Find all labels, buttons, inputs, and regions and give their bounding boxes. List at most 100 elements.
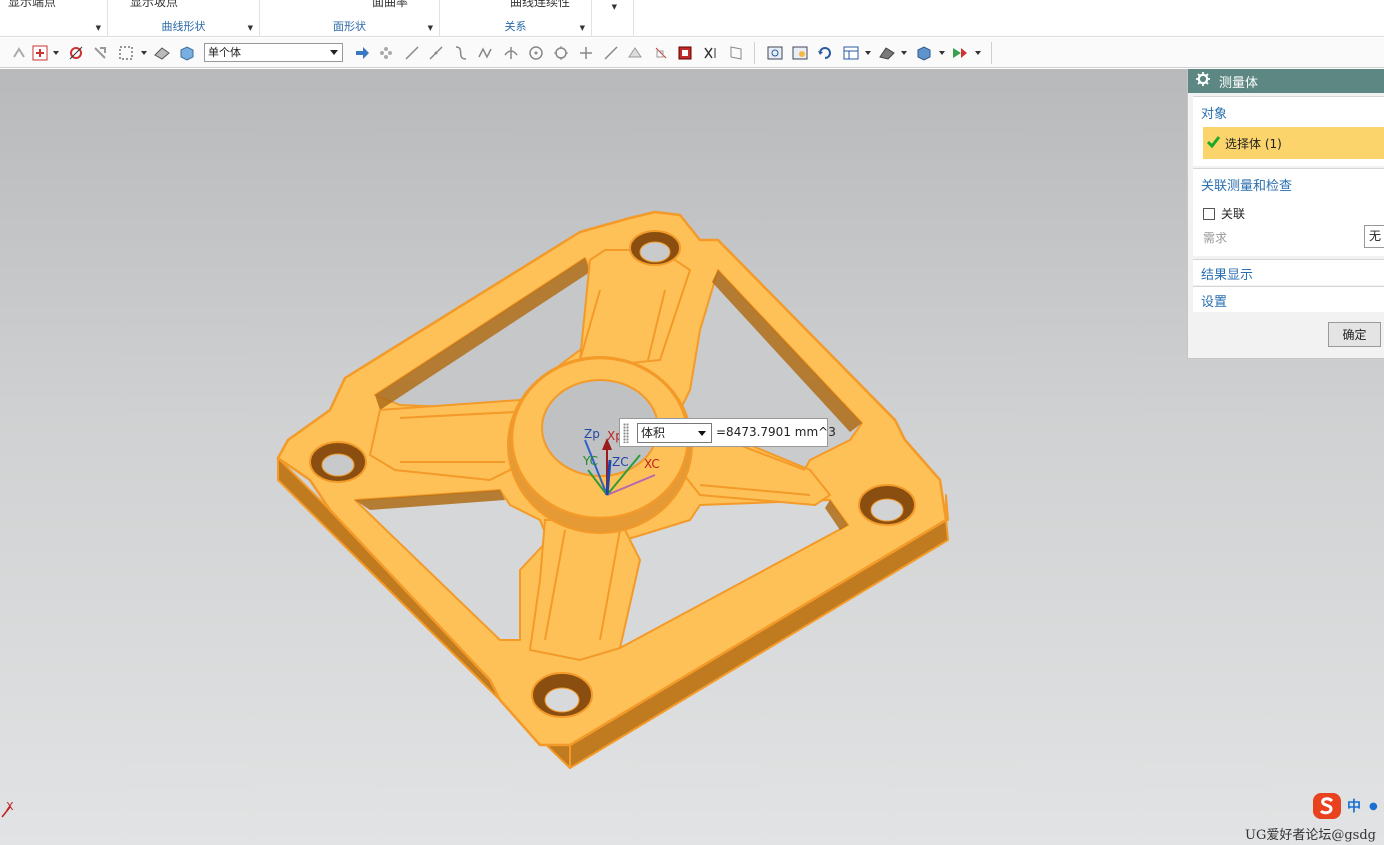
zoom-window-icon[interactable] (790, 43, 810, 63)
view-cube-icon[interactable] (914, 43, 934, 63)
section-assoc-title[interactable]: 关联测量和检查 (1193, 169, 1384, 194)
type-filter-icon[interactable] (31, 43, 49, 63)
ribbon-more: ▼ (592, 0, 634, 37)
selection-filter-dropdown[interactable]: 单个体 (204, 43, 343, 62)
spline-icon[interactable] (477, 43, 495, 63)
section-results-title[interactable]: 结果显示 (1193, 260, 1384, 283)
checkmark-icon (1206, 135, 1221, 151)
ribbon-more-icon[interactable]: ▼ (612, 3, 617, 11)
gear-icon[interactable] (1196, 72, 1210, 90)
stop-icon[interactable] (676, 43, 694, 63)
section-object-title[interactable]: 对象 (1193, 97, 1384, 122)
orient-view-icon[interactable] (841, 43, 861, 63)
chevron-down-icon[interactable] (937, 43, 947, 63)
measure-body-dialog: 测量体 对象 选择体 (1) 关联测量和检查 关联 需求 无 结果显示 设置 确… (1187, 69, 1384, 359)
plus-point-icon[interactable] (577, 43, 595, 63)
ribbon-cut-label[interactable]: 显示端点 (8, 0, 56, 10)
line-icon[interactable] (403, 43, 421, 63)
triad-label-yc: YC (582, 454, 598, 468)
select-body-row[interactable]: 选择体 (1) (1203, 127, 1384, 159)
toolbar-separator (991, 42, 992, 64)
triad-label-zc: ZC (612, 455, 629, 469)
rotate-icon[interactable] (815, 43, 835, 63)
requirement-value: 无 (1369, 229, 1382, 243)
forum-watermark: UG爱好者论坛@gsdg (1245, 828, 1376, 843)
section-object: 对象 选择体 (1) (1193, 96, 1384, 166)
associative-checkbox-row[interactable]: 关联 (1203, 205, 1245, 222)
ribbon: 显示端点 ▼ 显示坂点 曲线形状 ▼ 面曲率 面形状 ▼ 曲线连续性 关系 ▼ … (0, 0, 1384, 37)
ribbon-cut-label[interactable]: 曲线连续性 (510, 0, 570, 10)
section-associative-measure: 关联测量和检查 关联 需求 无 (1193, 168, 1384, 256)
group-dropdown-icon[interactable]: ▼ (248, 24, 253, 32)
menu-icon[interactable] (10, 43, 28, 63)
ime-indicator[interactable]: 中 ● (1313, 792, 1378, 820)
ribbon-group-curve-shape: 显示坂点 曲线形状 ▼ (108, 0, 260, 37)
ribbon-group-label: 曲线形状 (161, 20, 206, 33)
ribbon-group-label: 关系 (504, 20, 527, 33)
graphics-viewport[interactable]: Zp Xp YC ZC XC 体积 =8473.7901 mm^3 (0, 69, 1384, 845)
triad-label-xc: XC (644, 457, 660, 471)
view-grid-icon[interactable] (727, 43, 745, 63)
part-model[interactable]: Zp Xp YC ZC XC (0, 69, 1384, 845)
toolbar-separator (754, 42, 755, 64)
ribbon-group-face-shape: 面曲率 面形状 ▼ (260, 0, 440, 37)
wcs-axis-label: X (6, 800, 14, 813)
quadrant-icon[interactable] (552, 43, 570, 63)
measure-type-value: 体积 (641, 426, 666, 440)
circle-center-icon[interactable] (527, 43, 545, 63)
ribbon-cut-label[interactable]: 显示坂点 (130, 0, 178, 10)
snap-icon[interactable] (67, 43, 85, 63)
visual-effect-icon[interactable] (950, 43, 970, 63)
selection-tool-icon[interactable] (91, 43, 109, 63)
ribbon-group-display: 显示端点 ▼ (0, 0, 108, 37)
chevron-down-icon (330, 50, 338, 55)
rectangle-select-icon[interactable] (117, 43, 135, 63)
point-on-curve-icon[interactable] (602, 43, 620, 63)
group-dropdown-icon[interactable]: ▼ (580, 24, 585, 32)
requirement-label: 需求 (1203, 231, 1228, 245)
ime-dot-icon: ● (1369, 800, 1378, 812)
selection-filter-value: 单个体 (208, 46, 241, 59)
measure-type-dropdown[interactable]: 体积 (637, 423, 712, 443)
associative-checkbox[interactable] (1203, 207, 1215, 220)
drag-handle[interactable] (623, 423, 629, 443)
chevron-down-icon[interactable] (51, 43, 61, 63)
ribbon-group-relation: 曲线连续性 关系 ▼ (440, 0, 592, 37)
curve-icon[interactable] (452, 43, 470, 63)
xyz-icon[interactable] (701, 43, 721, 63)
chevron-down-icon[interactable] (899, 43, 909, 63)
intersection-icon[interactable] (502, 43, 520, 63)
chevron-down-icon[interactable] (139, 43, 149, 63)
chevron-down-icon[interactable] (973, 43, 983, 63)
eraser-icon[interactable] (152, 43, 172, 63)
fit-view-icon[interactable] (765, 43, 785, 63)
requirement-dropdown[interactable]: 无 (1364, 225, 1384, 248)
associative-label: 关联 (1221, 207, 1246, 221)
measure-callout[interactable]: 体积 =8473.7901 mm^3 (619, 418, 836, 447)
dialog-header: 测量体 (1188, 69, 1384, 93)
dialog-title: 测量体 (1219, 75, 1259, 91)
sogou-logo-icon (1313, 793, 1341, 819)
solid-body-icon[interactable] (177, 43, 197, 63)
dots-icon[interactable] (377, 43, 395, 63)
section-settings[interactable]: 设置 (1193, 286, 1384, 312)
group-dropdown-icon[interactable]: ▼ (96, 24, 101, 32)
volume-value: =8473.7901 mm^3 (716, 425, 836, 439)
section-results[interactable]: 结果显示 (1193, 259, 1384, 285)
selection-toolbar: 单个体 (0, 38, 1384, 68)
line-end-icon[interactable] (427, 43, 445, 63)
bounded-grid-icon[interactable] (652, 43, 670, 63)
group-dropdown-icon[interactable]: ▼ (428, 24, 433, 32)
render-style-icon[interactable] (877, 43, 897, 63)
ime-language: 中 (1347, 799, 1361, 815)
chevron-down-icon[interactable] (863, 43, 873, 63)
ok-button[interactable]: 确定 (1328, 322, 1381, 347)
face-point-icon[interactable] (626, 43, 644, 63)
arrow-right-icon[interactable] (353, 43, 371, 63)
chevron-down-icon (698, 431, 706, 436)
ribbon-group-label: 面形状 (333, 20, 366, 33)
select-body-label: 选择体 (1) (1225, 136, 1282, 151)
ribbon-cut-label[interactable]: 面曲率 (372, 0, 408, 10)
triad-label-zp: Zp (584, 427, 600, 441)
section-settings-title[interactable]: 设置 (1193, 287, 1384, 310)
